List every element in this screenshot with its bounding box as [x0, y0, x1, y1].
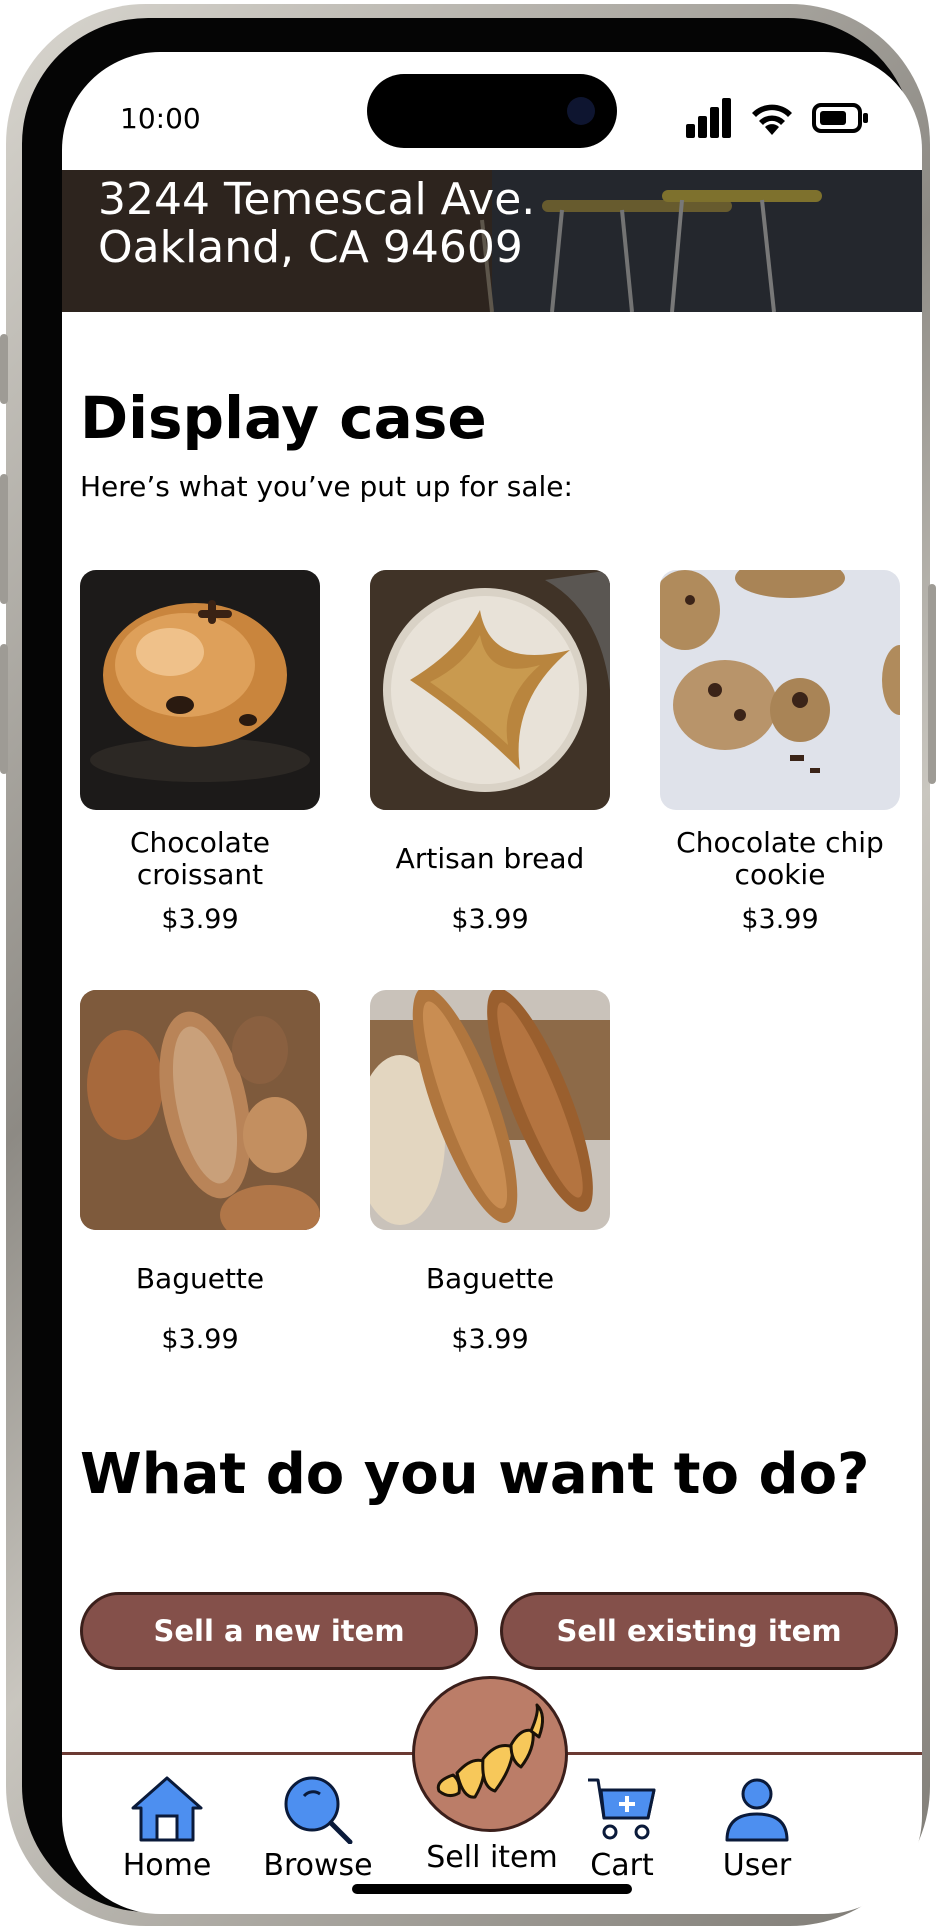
product-card[interactable]: Baguette $3.99: [370, 990, 610, 1355]
product-card[interactable]: Baguette $3.99: [80, 990, 320, 1355]
address-line-1: 3244 Temescal Ave.: [98, 174, 536, 225]
home-icon: [131, 1776, 203, 1842]
search-icon: [284, 1776, 353, 1845]
store-address: 3244 Temescal Ave. Oakland, CA 94609: [98, 176, 535, 272]
product-card[interactable]: Chocolate croissant $3.99: [80, 570, 320, 935]
tab-home-label: Home: [122, 1848, 212, 1883]
tab-sell-item-label-wrap[interactable]: Sell item: [417, 1840, 567, 1875]
product-name: Baguette: [135, 1262, 265, 1295]
tab-cart-label: Cart: [590, 1848, 654, 1883]
tab-user[interactable]: User: [702, 1774, 812, 1883]
product-name: Chocolate croissant: [129, 826, 271, 891]
sell-existing-item-button[interactable]: Sell existing item: [500, 1592, 898, 1670]
product-card[interactable]: Chocolate chip cookie $3.99: [660, 570, 900, 935]
actions-title: What do you want to do?: [80, 1442, 870, 1507]
product-price: $3.99: [161, 1324, 239, 1355]
product-price: $3.99: [161, 904, 239, 935]
user-icon: [725, 1778, 789, 1842]
product-card[interactable]: Artisan bread $3.99: [370, 570, 610, 935]
power-button: [928, 584, 936, 784]
phone-bezel: 10:00 3244 Temescal Ave. Oakland, CA 946…: [22, 18, 922, 1914]
tab-cart[interactable]: Cart: [562, 1774, 682, 1883]
tab-browse[interactable]: Browse: [250, 1774, 386, 1883]
tab-sell-item-label: Sell item: [426, 1840, 558, 1875]
dynamic-island: [367, 74, 617, 148]
status-time: 10:00: [120, 102, 201, 135]
product-name: Chocolate chip cookie: [676, 826, 884, 891]
product-image-croissant[interactable]: [80, 570, 320, 810]
cellular-signal-icon: [686, 98, 731, 138]
volume-up-button: [0, 474, 8, 604]
location-banner: 3244 Temescal Ave. Oakland, CA 94609: [62, 170, 922, 312]
action-button: [0, 334, 8, 404]
croissant-icon: [436, 1703, 544, 1799]
sell-new-item-button[interactable]: Sell a new item: [80, 1592, 478, 1670]
screen: 10:00 3244 Temescal Ave. Oakland, CA 946…: [62, 52, 922, 1914]
tab-user-label: User: [722, 1848, 792, 1883]
status-icons: [686, 98, 870, 138]
tab-sell-item[interactable]: [412, 1676, 568, 1832]
product-name: Baguette: [425, 1262, 555, 1295]
product-image-artisan-bread[interactable]: [370, 570, 610, 810]
product-image-cookie[interactable]: [660, 570, 900, 810]
phone-frame: 10:00 3244 Temescal Ave. Oakland, CA 946…: [0, 4, 936, 1926]
display-case-title: Display case: [80, 384, 487, 452]
camera-icon: [567, 97, 595, 125]
product-name: Artisan bread: [395, 842, 585, 875]
volume-down-button: [0, 644, 8, 774]
product-image-baguette[interactable]: [80, 990, 320, 1230]
product-image-baguette[interactable]: [370, 990, 610, 1230]
product-price: $3.99: [451, 1324, 529, 1355]
tab-home[interactable]: Home: [112, 1774, 222, 1883]
product-price: $3.99: [741, 904, 819, 935]
tab-browse-label: Browse: [263, 1848, 373, 1883]
address-line-2: Oakland, CA 94609: [98, 222, 523, 273]
home-indicator: [352, 1884, 632, 1894]
product-price: $3.99: [451, 904, 529, 935]
cart-icon: [588, 1778, 656, 1840]
display-case-subtitle: Here’s what you’ve put up for sale:: [80, 470, 573, 503]
battery-icon: [812, 103, 868, 133]
wifi-icon: [752, 104, 792, 135]
